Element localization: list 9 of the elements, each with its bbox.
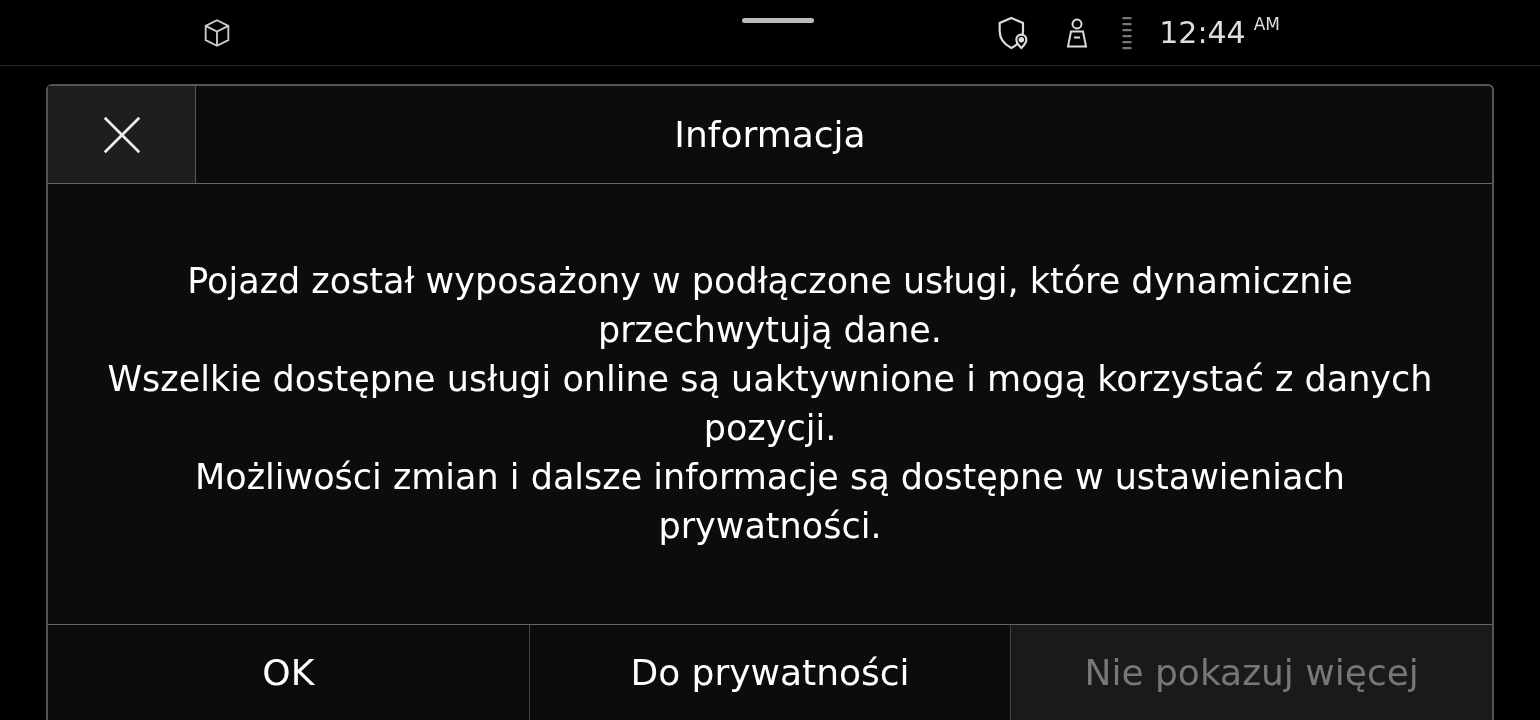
message-paragraph: Wszelkie dostępne usługi online są uaktywnione i mogą korzystać z danych pozycji. [106,358,1434,450]
clock-time: 12:44 [1159,14,1246,52]
drag-handle[interactable] [742,18,814,23]
dialog-title: Informacja [674,112,866,157]
close-button[interactable] [48,86,196,183]
clock-meridiem: AM [1253,13,1280,36]
message-paragraph: Możliwości zmian i dalsze informacje są dostępne w ustawieniach prywatności. [194,456,1346,548]
message-paragraph: Pojazd został wyposażony w podłączone usługi, które dynamicznie przechwytują dane. [186,260,1354,352]
signal-icon [1121,14,1134,51]
